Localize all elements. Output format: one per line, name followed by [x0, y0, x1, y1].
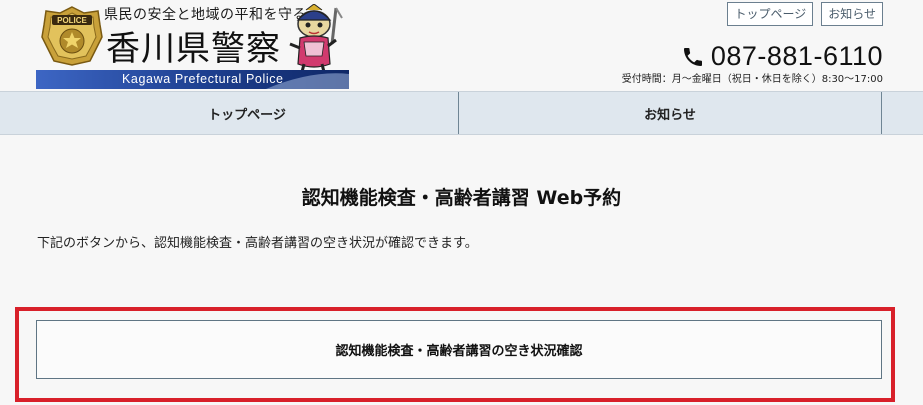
site-name: 香川県警察 [106, 29, 281, 69]
english-name-bar: Kagawa Prefectural Police [36, 70, 349, 89]
top-link-home[interactable]: トップページ [727, 2, 814, 26]
nav-item-home[interactable]: トップページ [36, 92, 459, 134]
nav-item-news[interactable]: お知らせ [459, 92, 882, 134]
site-header: POLICE 県民の安全と地域の平和を守る。 香川県警察 Kagawa Pref… [0, 0, 923, 91]
phone-icon [683, 47, 702, 66]
police-badge-icon: POLICE [41, 6, 103, 66]
top-links: トップページ お知らせ [727, 2, 883, 26]
badge-text: POLICE [57, 16, 87, 25]
phone-contact: 087-881-6110 [681, 41, 883, 72]
service-hours: 受付時間：月～金曜日（祝日・休日を除く）8:30～17:00 [621, 74, 883, 85]
site-logo[interactable]: POLICE 県民の安全と地域の平和を守る。 香川県警察 Kagawa Pref… [36, 2, 349, 89]
page-title: 認知機能検査・高齢者講習 Web予約 [301, 187, 622, 209]
english-name: Kagawa Prefectural Police [122, 72, 284, 86]
phone-number[interactable]: 087-881-6110 [711, 41, 883, 72]
intro-text: 下記のボタンから、認知機能検査・高齢者講習の空き状況が確認できます。 [37, 236, 478, 251]
main-navigation: トップページ お知らせ [0, 91, 923, 135]
mascot-icon [289, 4, 343, 73]
availability-check-button[interactable]: 認知機能検査・高齢者講習の空き状況確認 [36, 320, 882, 379]
top-link-news[interactable]: お知らせ [821, 2, 883, 26]
